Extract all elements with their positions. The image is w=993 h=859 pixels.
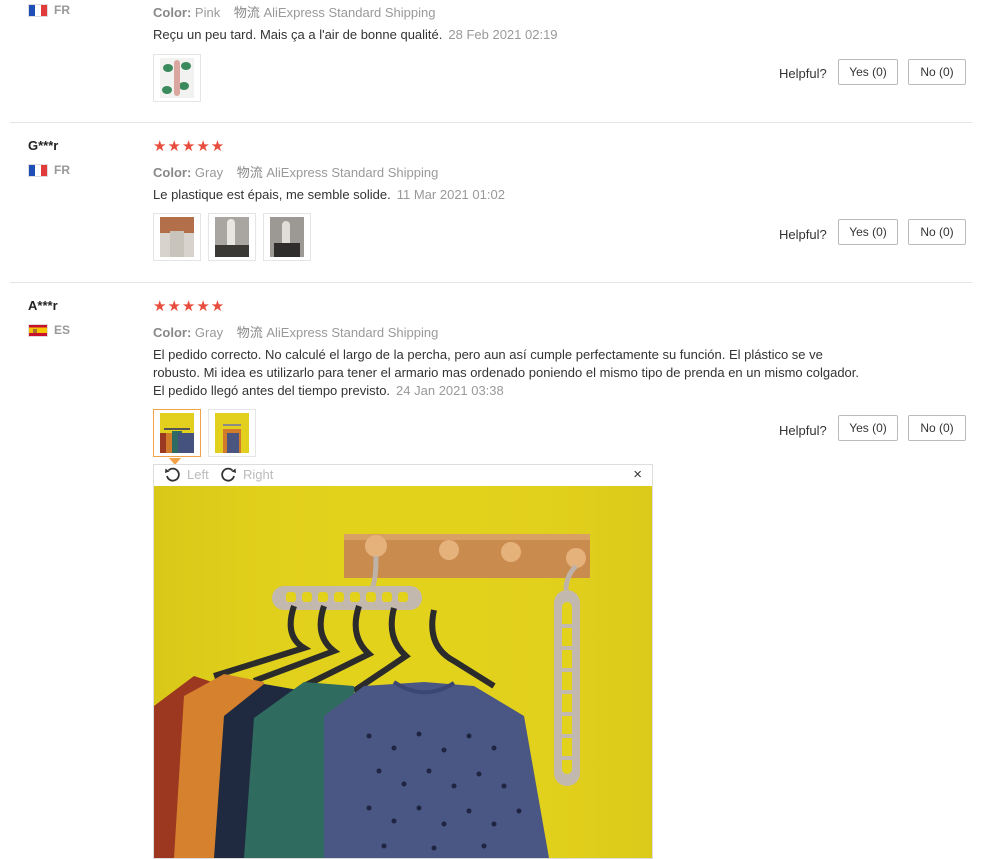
photo-viewer: Left Right ×	[153, 464, 653, 859]
reviewer-name: A***r	[28, 298, 58, 313]
photo-hanger-pink	[160, 58, 194, 98]
france-flag-icon	[28, 163, 48, 177]
helpful-yes-button[interactable]: Yes (0)	[838, 59, 898, 85]
review-photo-thumb[interactable]	[153, 54, 201, 102]
review-meta: Color: Pink 物流 AliExpress Standard Shipp…	[153, 5, 436, 20]
review-photo-thumb[interactable]	[153, 213, 201, 261]
review-photo-thumb[interactable]	[263, 213, 311, 261]
spain-flag-icon	[28, 323, 48, 337]
reviewer-name: G***r	[28, 138, 59, 153]
helpful-no-button[interactable]: No (0)	[908, 59, 966, 85]
photo-hanger-3	[270, 217, 304, 257]
reviewer-country: FR	[28, 163, 70, 177]
review-photo-thumb-selected[interactable]	[153, 409, 201, 457]
reviewer-country: ES	[28, 323, 70, 337]
star-rating: ★★★★★	[153, 138, 226, 155]
helpful-no-button[interactable]: No (0)	[908, 415, 966, 441]
photo-viewer-toolbar: Left Right ×	[154, 465, 652, 486]
photo-sweaters-2	[215, 413, 249, 453]
review-text: El pedido correcto. No calculé el largo …	[153, 347, 859, 398]
rotate-left-icon	[165, 467, 180, 482]
reviewer-country: FR	[28, 3, 70, 17]
helpful-yes-button[interactable]: Yes (0)	[838, 219, 898, 245]
review-meta: Color: Gray 物流 AliExpress Standard Shipp…	[153, 325, 439, 340]
rotate-right-button[interactable]: Right	[220, 466, 273, 483]
helpful-no-button[interactable]: No (0)	[908, 219, 966, 245]
france-flag-icon	[28, 3, 48, 17]
review-photo-thumb[interactable]	[208, 409, 256, 457]
review-meta: Color: Gray 物流 AliExpress Standard Shipp…	[153, 165, 439, 180]
photo-hanger-2	[215, 217, 249, 257]
photo-hanger-1	[160, 217, 194, 257]
review-photo-thumb[interactable]	[208, 213, 256, 261]
rotate-left-button[interactable]: Left	[164, 466, 209, 483]
star-rating: ★★★★★	[153, 298, 226, 315]
photo-sweaters-1	[160, 413, 194, 453]
photo-large-sweaters-on-hanger	[154, 486, 652, 858]
close-viewer-button[interactable]: ×	[633, 466, 642, 483]
review-text: Le plastique est épais, me semble solide…	[153, 187, 505, 202]
helpful-yes-button[interactable]: Yes (0)	[838, 415, 898, 441]
review-text: Reçu un peu tard. Mais ça a l'air de bon…	[153, 27, 558, 42]
rotate-right-icon	[221, 467, 236, 482]
review-divider	[10, 282, 972, 283]
review-divider	[10, 122, 972, 123]
